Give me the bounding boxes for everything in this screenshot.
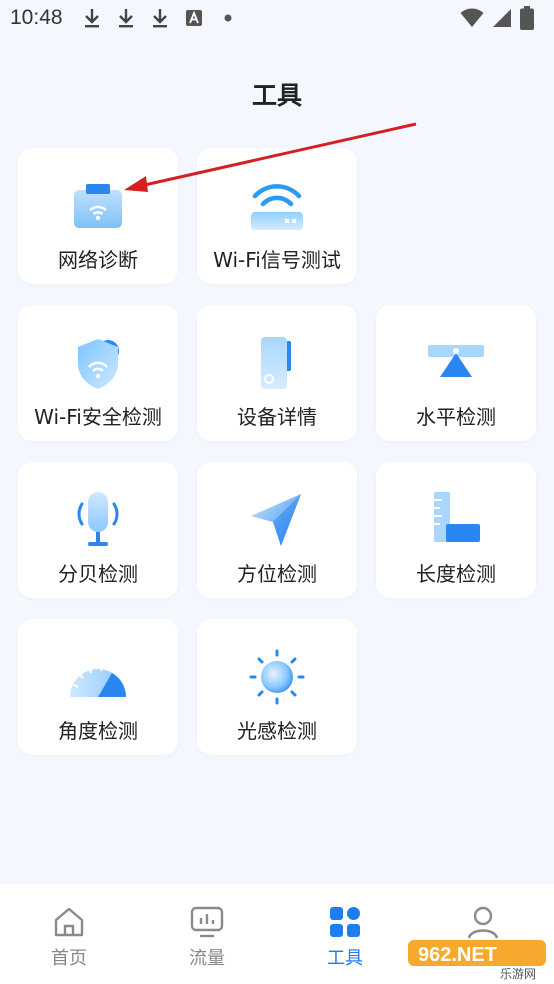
tool-decibel-check[interactable]: 分贝检测 (18, 462, 178, 598)
wifi-icon (460, 8, 484, 32)
tool-length-check[interactable]: 长度检测 (376, 462, 536, 598)
tile-label: 光感检测 (237, 719, 317, 743)
person-icon (465, 904, 501, 940)
signal-icon (492, 8, 512, 32)
nav-label: 工具 (327, 948, 363, 969)
network-diagnosis-icon (66, 174, 130, 238)
nav-label: 首页 (51, 948, 87, 969)
tool-wifi-signal-test[interactable]: Wi-Fi信号测试 (197, 148, 357, 284)
watermark-text: 962.NET (418, 944, 497, 966)
status-system-icons (460, 6, 534, 34)
download-icon (114, 6, 138, 30)
level-icon (424, 331, 488, 395)
tools-grid-icon (327, 904, 363, 940)
watermark-subtext: 乐游网 (500, 967, 536, 980)
tile-label: 水平检测 (416, 405, 496, 429)
status-bar: 10:48 (0, 0, 554, 38)
tile-label: 设备详情 (237, 405, 317, 429)
nav-traffic[interactable]: 流量 (138, 884, 276, 984)
download-icon (148, 6, 172, 30)
wifi-signal-icon (245, 174, 309, 238)
tool-angle-check[interactable]: 角度检测 (18, 619, 178, 755)
tile-label: Wi-Fi信号测试 (213, 248, 341, 272)
tool-device-details[interactable]: 设备详情 (197, 305, 357, 441)
a-box-icon (182, 6, 206, 30)
tile-label: 方位检测 (237, 562, 317, 586)
device-icon (245, 331, 309, 395)
tile-label: 分贝检测 (58, 562, 138, 586)
tile-label: 角度检测 (58, 719, 138, 743)
battery-icon (520, 6, 534, 34)
nav-home[interactable]: 首页 (0, 884, 138, 984)
light-sun-icon (245, 645, 309, 709)
wifi-shield-icon (66, 331, 130, 395)
nav-label: 流量 (189, 948, 225, 969)
tool-light-check[interactable]: 光感检测 (197, 619, 357, 755)
traffic-chart-icon (189, 904, 225, 940)
status-notifications (80, 6, 240, 30)
tool-direction-check[interactable]: 方位检测 (197, 462, 357, 598)
ruler-icon (424, 488, 488, 552)
tile-label: Wi-Fi安全检测 (34, 405, 162, 429)
page-title: 工具 (251, 81, 302, 110)
watermark-logo: 962.NET 乐游网 (408, 938, 546, 981)
nav-tools[interactable]: 工具 (276, 884, 414, 984)
protractor-icon (66, 645, 130, 709)
compass-arrow-icon (245, 488, 309, 552)
home-icon (51, 904, 87, 940)
tile-label: 长度检测 (416, 562, 496, 586)
tile-label: 网络诊断 (58, 248, 138, 272)
download-icon (80, 6, 104, 30)
tool-network-diagnosis[interactable]: 网络诊断 (18, 148, 178, 284)
tool-level-check[interactable]: 水平检测 (376, 305, 536, 441)
dot-icon (216, 6, 240, 30)
tool-wifi-security-check[interactable]: Wi-Fi安全检测 (18, 305, 178, 441)
microphone-icon (66, 488, 130, 552)
status-time: 10:48 (10, 6, 63, 29)
